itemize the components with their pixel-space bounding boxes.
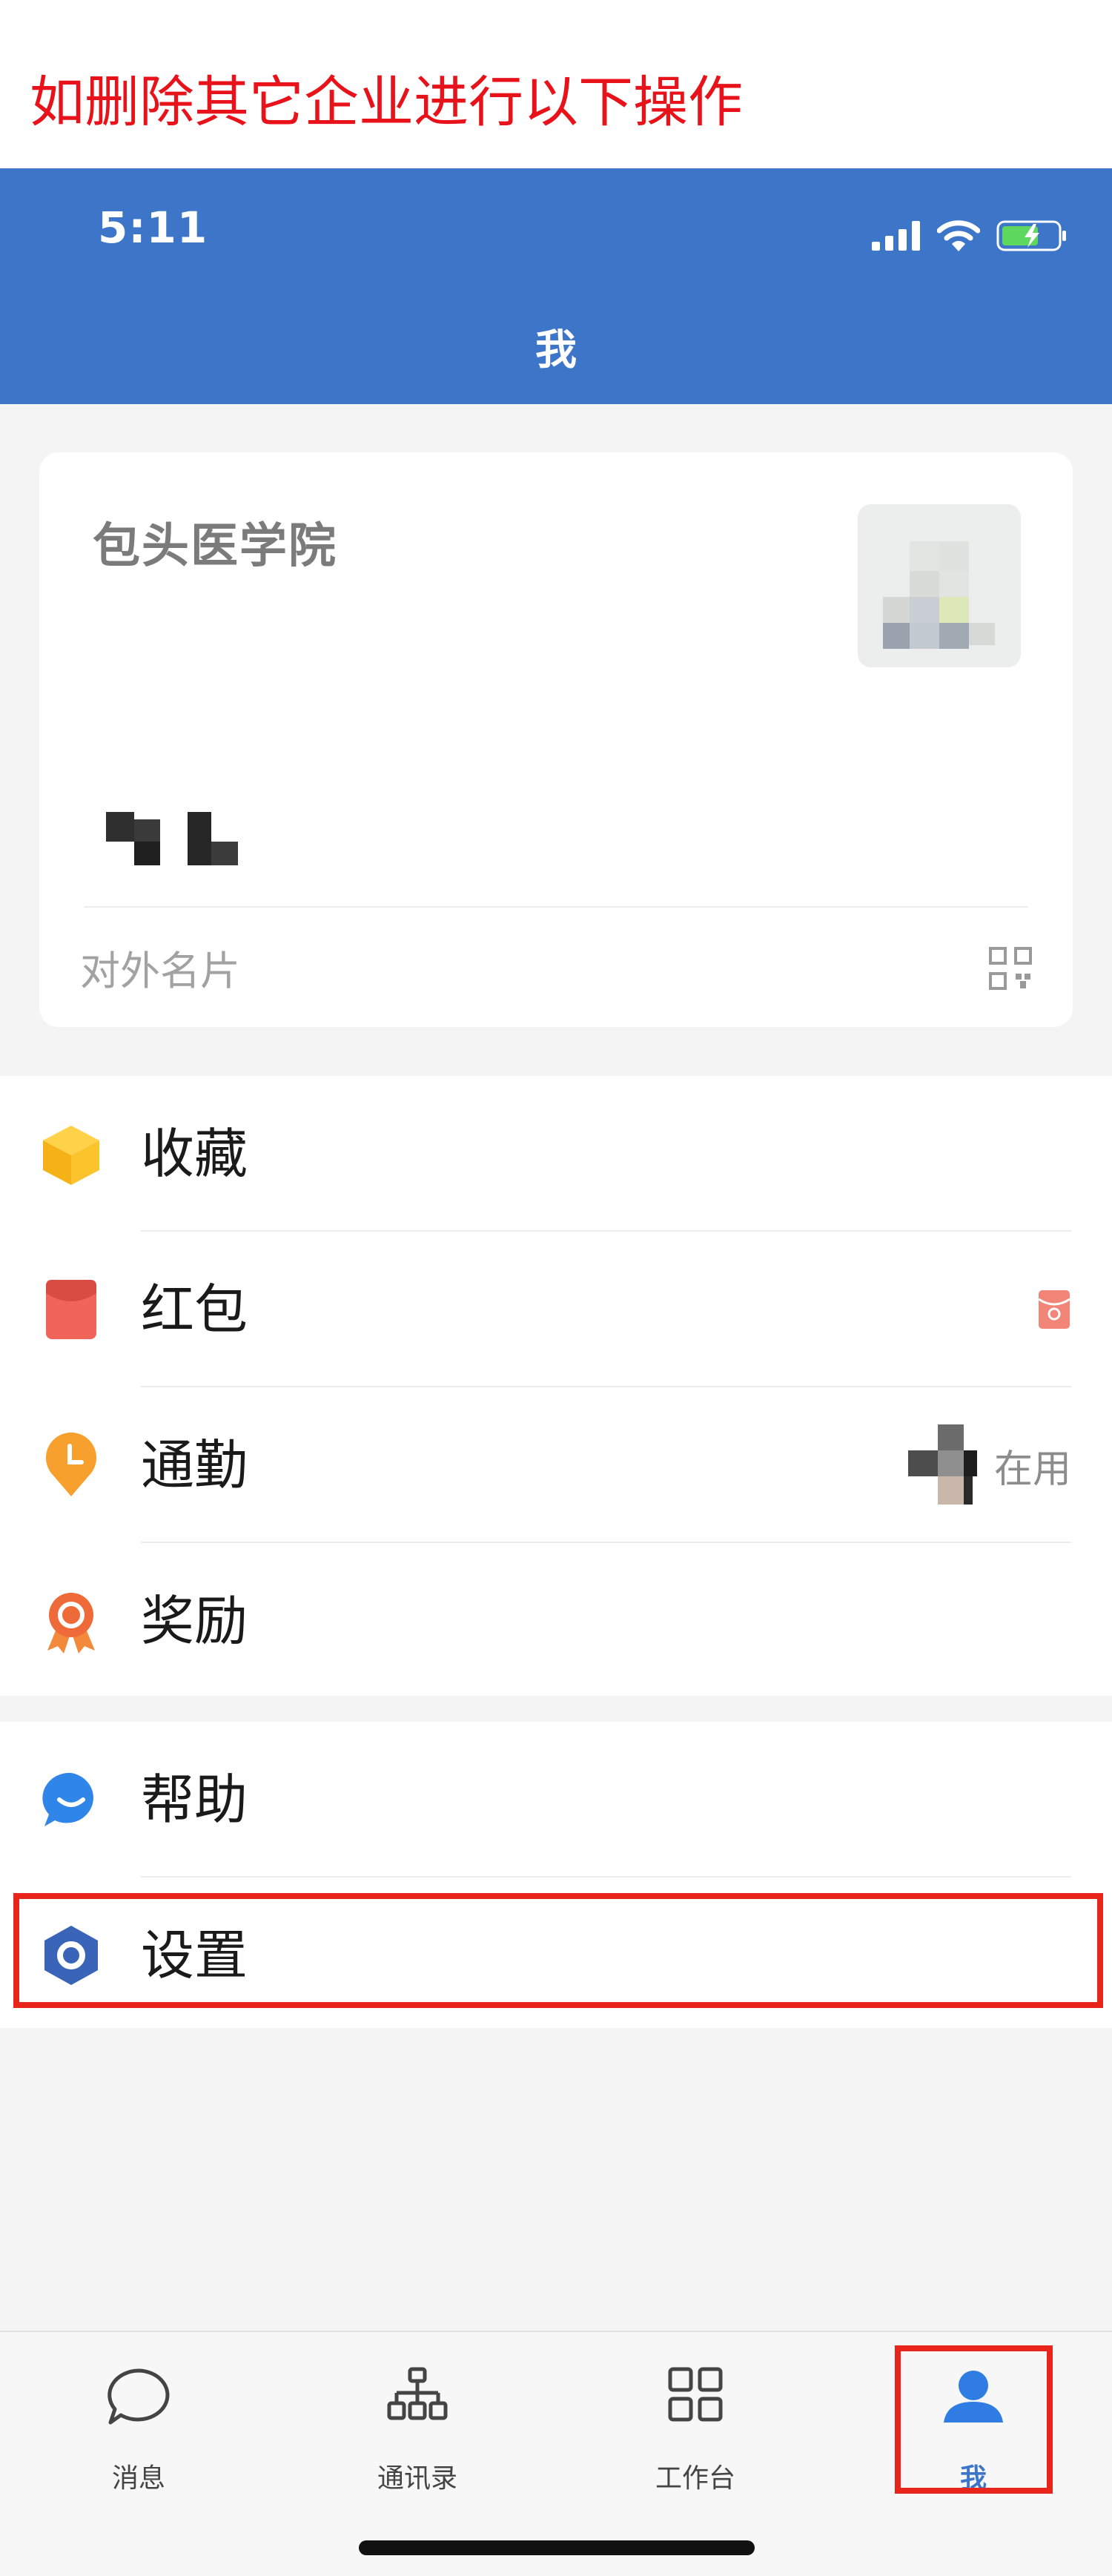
wifi-icon <box>937 220 980 251</box>
tab-contacts[interactable]: 通讯录 <box>325 2360 510 2509</box>
menu-label: 红包 <box>141 1278 248 1341</box>
grid-icon <box>668 2367 723 2422</box>
commute-status-area: 在用 <box>907 1424 1071 1506</box>
favorites-cube-icon <box>43 1126 99 1185</box>
home-indicator <box>359 2540 755 2555</box>
avatar[interactable] <box>858 504 1021 667</box>
signal-icon <box>872 221 920 251</box>
avatar-pixelated-image <box>858 504 1021 667</box>
menu-item-commute[interactable]: 通勤 在用 <box>0 1387 1112 1543</box>
menu-label: 奖励 <box>141 1590 248 1652</box>
page-title: 我 <box>535 326 577 374</box>
instruction-banner: 如删除其它企业进行以下操作 <box>0 0 1112 168</box>
menu-group-main: 收藏 红包 通勤 在用 奖励 <box>0 1076 1112 1696</box>
app-header: 5:11 我 <box>0 168 1112 404</box>
chat-bubble-icon <box>107 2368 170 2425</box>
menu-item-favorites[interactable]: 收藏 <box>0 1076 1112 1232</box>
tab-label: 工作台 <box>655 2463 735 2494</box>
menu-label: 收藏 <box>141 1123 248 1185</box>
user-name-redacted <box>106 812 238 865</box>
red-envelope-small-icon <box>1038 1290 1070 1329</box>
red-envelope-icon <box>46 1280 96 1339</box>
help-chat-icon <box>42 1772 93 1826</box>
menu-item-help[interactable]: 帮助 <box>0 1722 1112 1877</box>
card-divider <box>84 906 1028 908</box>
award-medal-icon <box>47 1593 95 1654</box>
settings-highlight-box <box>13 1893 1103 2008</box>
tab-workbench[interactable]: 工作台 <box>603 2360 788 2509</box>
status-icons <box>872 217 1068 254</box>
menu-item-award[interactable]: 奖励 <box>0 1543 1112 1699</box>
profile-card[interactable]: 包头医学院 对外名片 <box>39 452 1073 1027</box>
me-tab-highlight-box <box>895 2345 1053 2494</box>
tab-label: 通讯录 <box>377 2463 457 2494</box>
commute-status: 在用 <box>993 1447 1071 1492</box>
status-time: 5:11 <box>98 202 208 253</box>
redacted-avatar <box>907 1424 977 1505</box>
red-envelope-badge <box>1037 1289 1071 1330</box>
tab-label: 消息 <box>111 2463 165 2494</box>
qr-code-icon[interactable] <box>989 947 1032 990</box>
instruction-text: 如删除其它企业进行以下操作 <box>30 70 743 134</box>
org-name: 包头医学院 <box>93 519 337 574</box>
external-card-link[interactable]: 对外名片 <box>80 938 240 997</box>
menu-item-red-envelope[interactable]: 红包 <box>0 1232 1112 1387</box>
menu-label: 通勤 <box>141 1434 248 1496</box>
battery-charging-icon <box>996 220 1066 251</box>
tab-messages[interactable]: 消息 <box>46 2360 231 2509</box>
menu-label: 帮助 <box>141 1768 248 1831</box>
org-chart-icon <box>387 2367 448 2420</box>
commute-clock-pin-icon <box>46 1432 97 1496</box>
